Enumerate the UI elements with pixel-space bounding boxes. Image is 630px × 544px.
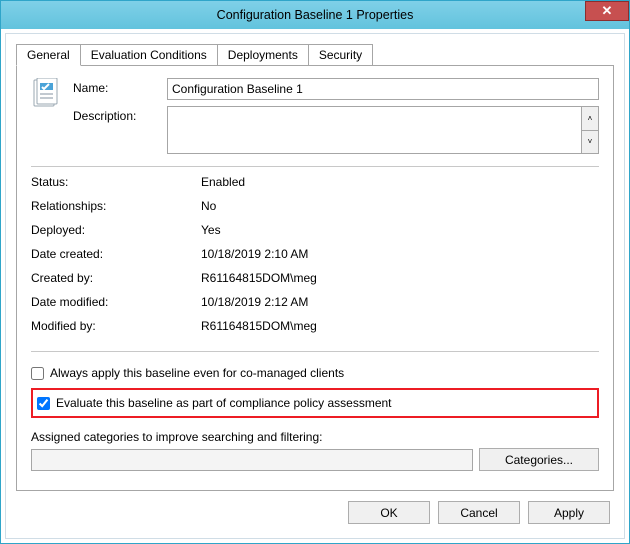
date-modified-value: 10/18/2019 2:12 AM	[201, 295, 599, 309]
categories-display	[31, 449, 473, 471]
tab-panel-general: Name: Description: ˄ ˅	[16, 65, 614, 491]
description-label: Description:	[73, 106, 161, 123]
client-area: General Evaluation Conditions Deployment…	[5, 33, 625, 539]
status-value: Enabled	[201, 175, 599, 189]
tab-evaluation-conditions[interactable]: Evaluation Conditions	[80, 44, 218, 66]
deployed-value: Yes	[201, 223, 599, 237]
tab-security[interactable]: Security	[308, 44, 373, 66]
categories-label: Assigned categories to improve searching…	[31, 430, 599, 444]
close-icon: ✕	[602, 3, 613, 19]
fields: Name: Description: ˄ ˅	[73, 78, 599, 154]
always-apply-row[interactable]: Always apply this baseline even for co-m…	[31, 364, 599, 382]
status-label: Status:	[31, 175, 201, 189]
created-by-label: Created by:	[31, 271, 201, 285]
dialog-button-bar: OK Cancel Apply	[16, 491, 614, 528]
deployed-label: Deployed:	[31, 223, 201, 237]
tab-general[interactable]: General	[16, 44, 81, 66]
evaluate-compliance-row[interactable]: Evaluate this baseline as part of compli…	[37, 394, 593, 412]
info-grid: Status: Enabled Relationships: No Deploy…	[31, 175, 599, 333]
apply-button[interactable]: Apply	[528, 501, 610, 524]
evaluate-compliance-label: Evaluate this baseline as part of compli…	[56, 396, 392, 410]
relationships-value: No	[201, 199, 599, 213]
dialog-window: Configuration Baseline 1 Properties ✕ Ge…	[0, 0, 630, 544]
tab-deployments[interactable]: Deployments	[217, 44, 309, 66]
cancel-button[interactable]: Cancel	[438, 501, 520, 524]
date-created-value: 10/18/2019 2:10 AM	[201, 247, 599, 261]
always-apply-label: Always apply this baseline even for co-m…	[50, 366, 344, 380]
description-wrap: ˄ ˅	[167, 106, 599, 154]
baseline-icon	[31, 78, 63, 110]
relationships-label: Relationships:	[31, 199, 201, 213]
titlebar[interactable]: Configuration Baseline 1 Properties ✕	[1, 1, 629, 29]
chevron-down-icon: ˅	[588, 137, 593, 146]
divider-2	[31, 351, 599, 352]
chevron-up-icon: ˄	[588, 114, 593, 123]
evaluate-compliance-checkbox[interactable]	[37, 397, 50, 410]
name-row: Name:	[73, 78, 599, 100]
description-scroll-down[interactable]: ˅	[582, 131, 598, 154]
date-created-label: Date created:	[31, 247, 201, 261]
modified-by-label: Modified by:	[31, 319, 201, 333]
modified-by-value: R61164815DOM\meg	[201, 319, 599, 333]
window-title: Configuration Baseline 1 Properties	[1, 8, 629, 22]
highlighted-option: Evaluate this baseline as part of compli…	[31, 388, 599, 418]
date-modified-label: Date modified:	[31, 295, 201, 309]
description-row: Description: ˄ ˅	[73, 106, 599, 154]
ok-button[interactable]: OK	[348, 501, 430, 524]
description-input[interactable]	[168, 107, 581, 153]
close-button[interactable]: ✕	[585, 1, 629, 21]
name-label: Name:	[73, 78, 161, 95]
tab-strip: General Evaluation Conditions Deployment…	[16, 44, 614, 66]
description-spinner: ˄ ˅	[581, 107, 598, 153]
divider-1	[31, 166, 599, 167]
name-input[interactable]	[167, 78, 599, 100]
categories-button[interactable]: Categories...	[479, 448, 599, 471]
header-row: Name: Description: ˄ ˅	[31, 78, 599, 154]
description-scroll-up[interactable]: ˄	[582, 107, 598, 131]
categories-row: Categories...	[31, 448, 599, 471]
always-apply-checkbox[interactable]	[31, 367, 44, 380]
created-by-value: R61164815DOM\meg	[201, 271, 599, 285]
